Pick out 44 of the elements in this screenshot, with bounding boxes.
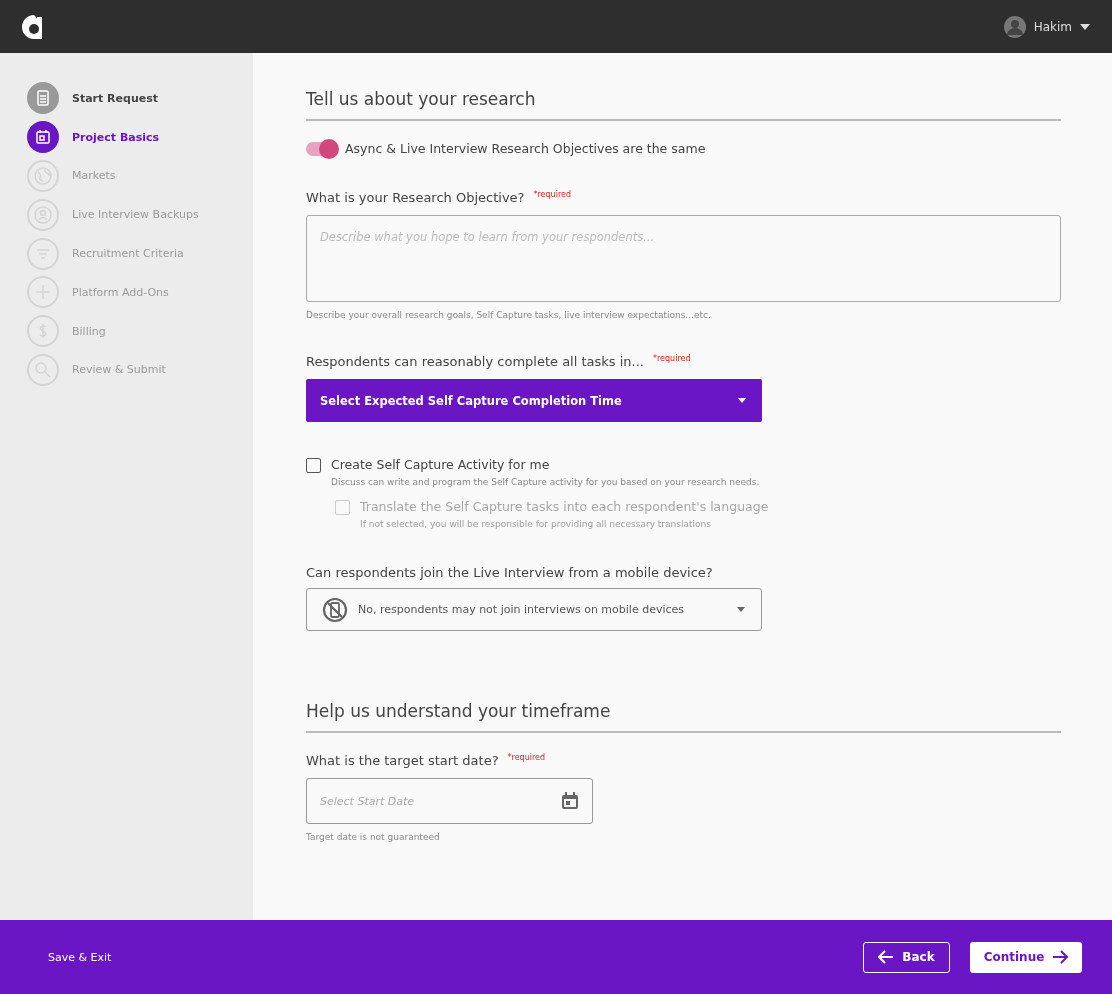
avatar-icon[interactable] xyxy=(1003,15,1026,38)
checkbox-label: Create Self Capture Activity for me xyxy=(331,457,551,472)
section-heading: Help us understand your timeframe xyxy=(306,701,1061,733)
required-note: *required xyxy=(533,190,571,199)
section-heading: Tell us about your research xyxy=(306,89,1061,121)
step-icon xyxy=(27,198,59,231)
objective-input-field[interactable]: Describe what you hope to learn from your respondents... xyxy=(306,215,1061,302)
question-label: What is the target start date? xyxy=(306,753,499,768)
mobile-dropdown[interactable]: No, respondents may not join interviews on mobile devices xyxy=(306,588,762,631)
step-icon xyxy=(27,121,59,154)
completion-time-dropdown[interactable]: Select Expected Self Capture Completion Time xyxy=(306,379,762,422)
continue-button[interactable]: Continue xyxy=(970,941,1082,973)
step-icon xyxy=(27,237,59,270)
checkbox[interactable] xyxy=(306,458,321,473)
arrow-left-icon xyxy=(878,950,895,964)
toggle-label: Async & Live Interview Research Objectives are the same xyxy=(345,141,706,156)
step-icon xyxy=(27,160,59,192)
caret-icon xyxy=(737,607,745,612)
sidebar-step[interactable]: Start Request xyxy=(0,79,253,118)
step-icon xyxy=(27,315,59,348)
arrow-right-icon xyxy=(1052,950,1069,964)
help-text: If not selected, you will be responsible for providing all necessary translations xyxy=(360,519,712,529)
toggle-switch[interactable] xyxy=(306,141,337,156)
user-name[interactable]: Hakim xyxy=(1033,19,1072,34)
step-icon xyxy=(27,353,59,386)
step-icon xyxy=(27,82,59,115)
help-text: Discuss can write and program the Self Capture activity for you based on your research needs. xyxy=(331,477,760,487)
sidebar-step[interactable]: Project Basics xyxy=(0,117,253,157)
caret-icon xyxy=(738,398,746,403)
caret-icon[interactable] xyxy=(1080,23,1090,30)
start-date-field[interactable]: Select Start Date xyxy=(306,778,593,824)
required-note: *required xyxy=(653,354,691,363)
step-icon xyxy=(27,276,59,309)
save-exit-link[interactable]: Save & Exit xyxy=(48,950,112,964)
calendar-icon[interactable] xyxy=(561,792,579,810)
question-label: Can respondents join the Live Interview from a mobile device? xyxy=(306,565,713,580)
help-text: Target date is not guaranteed xyxy=(306,832,441,842)
back-button[interactable]: Back xyxy=(863,941,950,973)
required-note: *required xyxy=(507,753,546,762)
question-label: Respondents can reasonably complete all tasks in... xyxy=(306,354,644,369)
no-phone-icon xyxy=(322,596,348,623)
question-label: What is your Research Objective? xyxy=(306,190,525,205)
help-text: Describe your overall research goals, Self Capture tasks, live interview expectations...etc. xyxy=(306,310,712,320)
checkbox-label: Translate the Self Capture tasks into each respondent's language xyxy=(360,499,769,514)
